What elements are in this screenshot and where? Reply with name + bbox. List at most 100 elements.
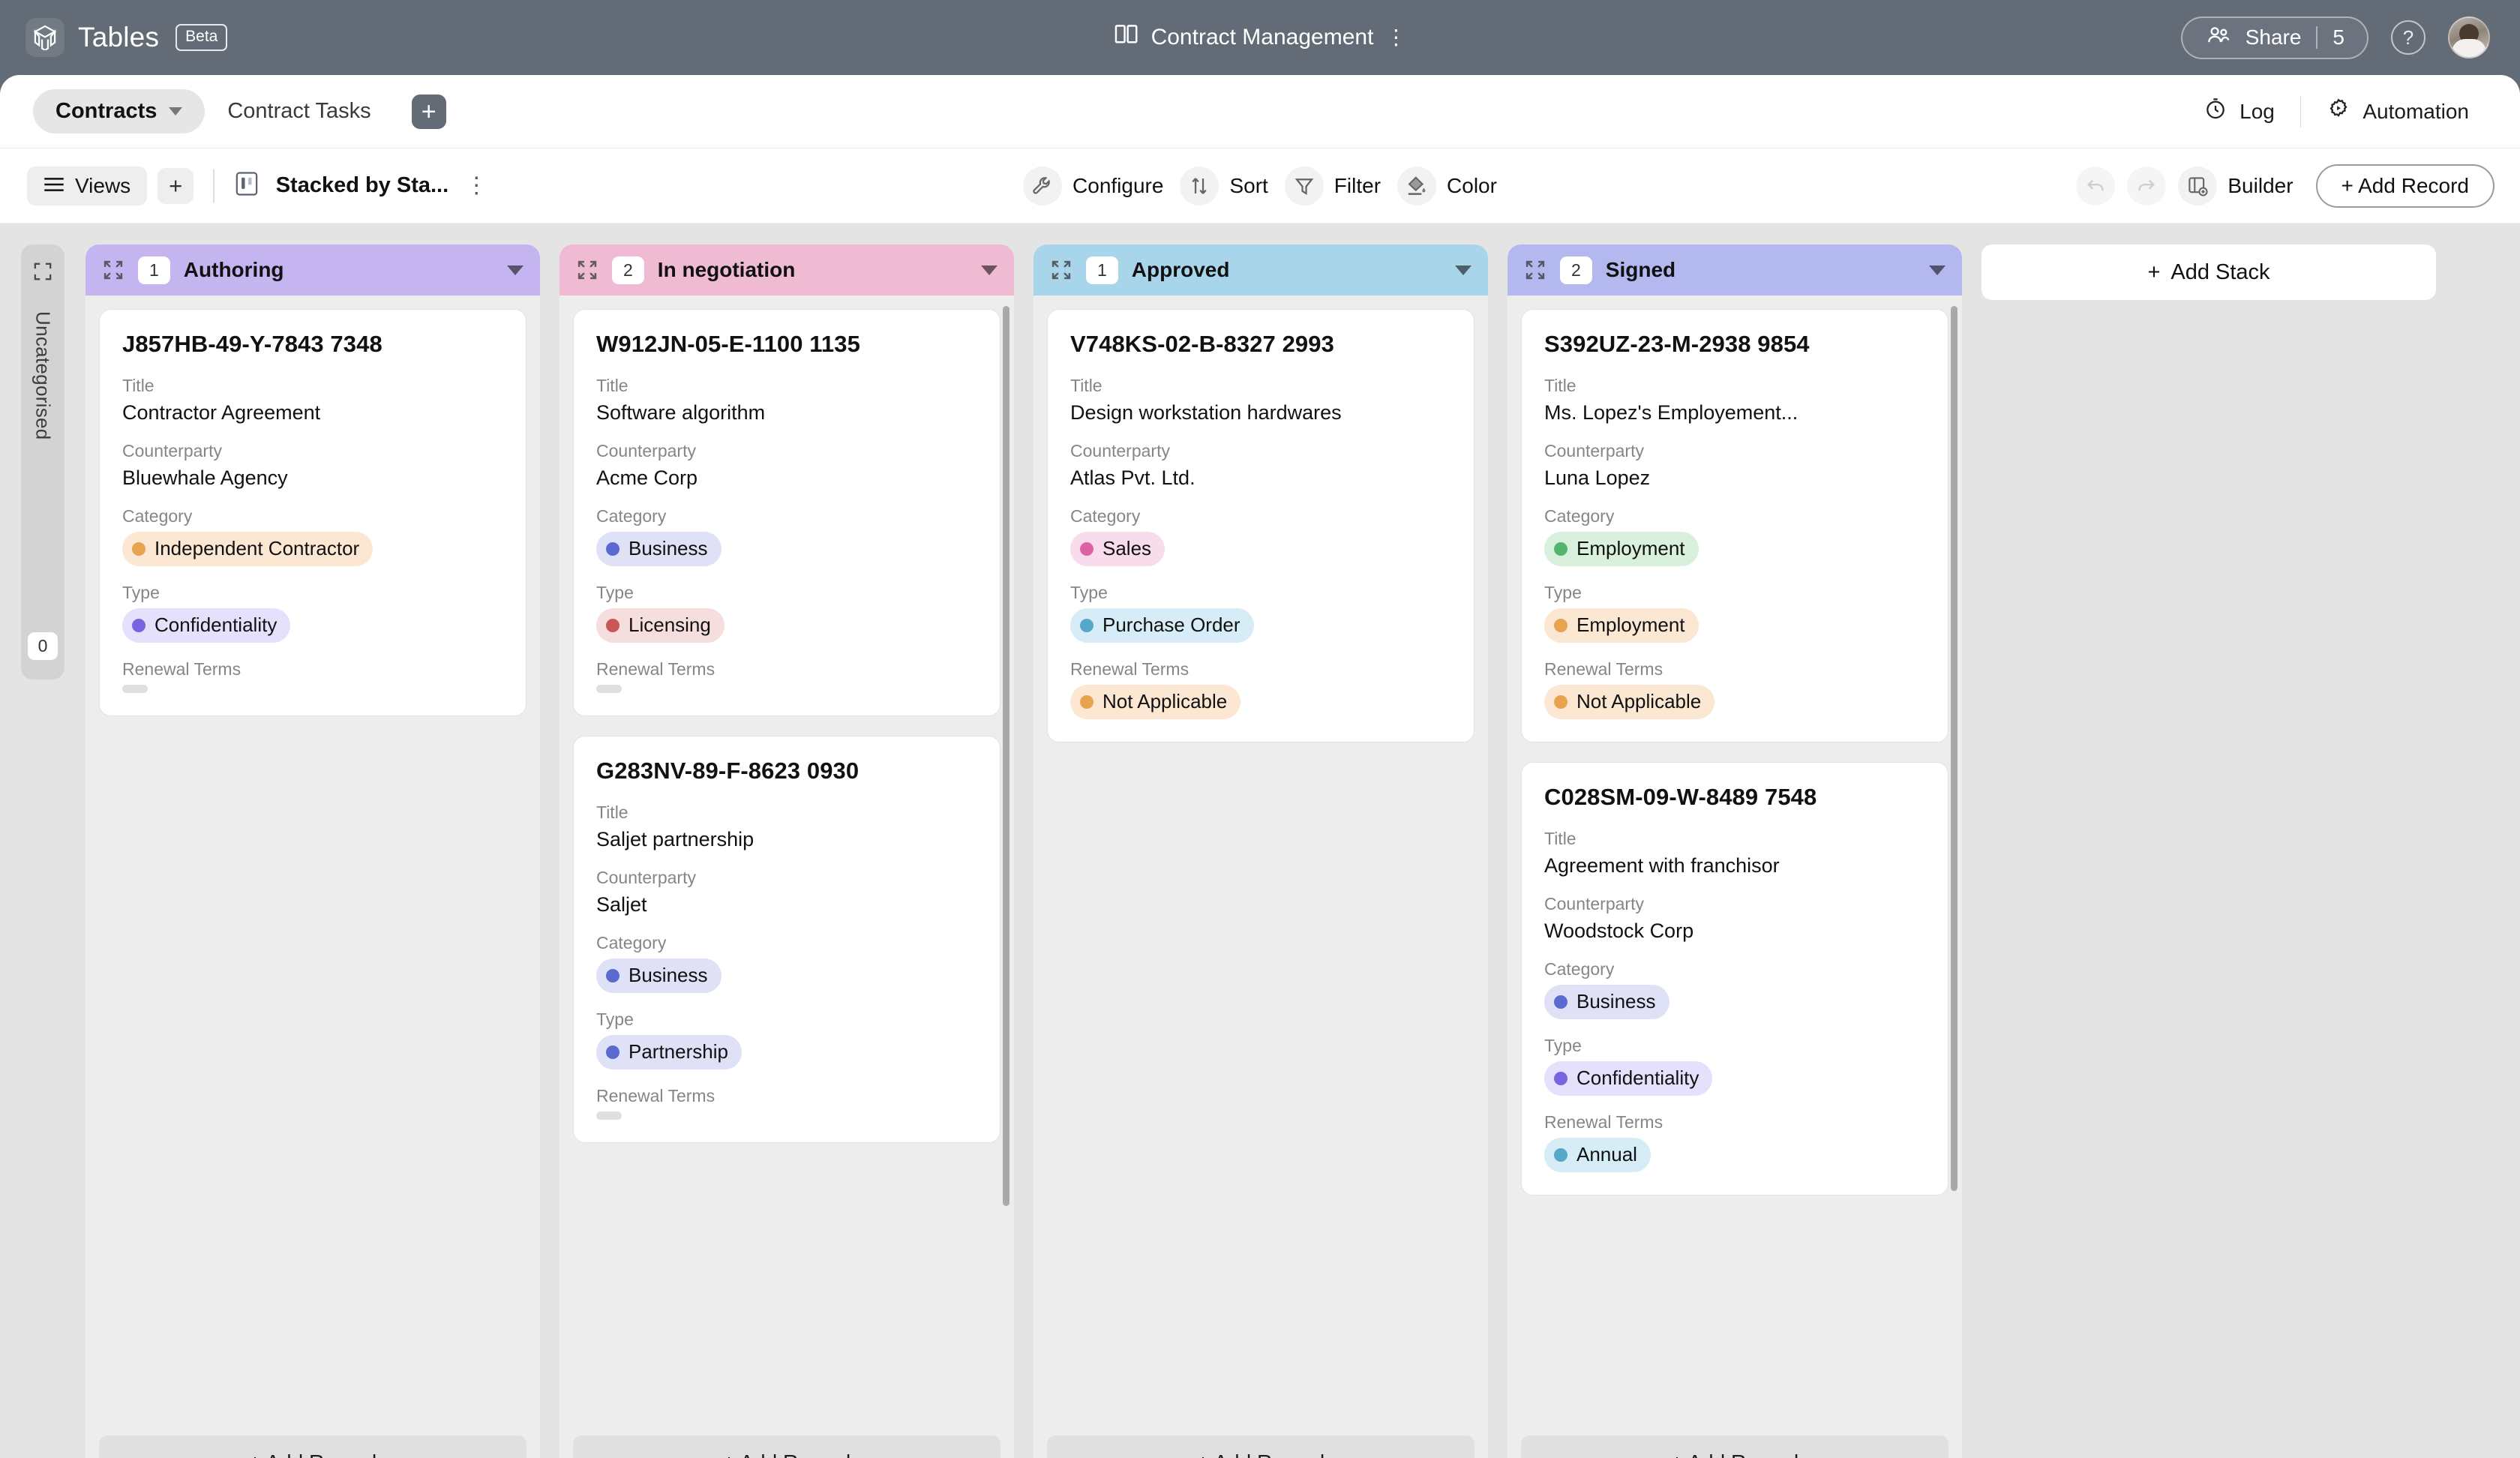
chevron-down-icon[interactable] xyxy=(507,265,524,275)
sort-button[interactable]: Sort xyxy=(1180,166,1268,206)
stack-cards: W912JN-05-E-1100 1135 Title Software alg… xyxy=(560,296,1014,1425)
add-record-button[interactable]: + Add Record xyxy=(2315,164,2494,208)
type-pill[interactable]: Purchase Order xyxy=(1070,608,1254,643)
chevron-down-icon[interactable] xyxy=(1929,265,1946,275)
renewal-pill[interactable]: Annual xyxy=(1544,1138,1651,1172)
stack-header[interactable]: 2 Signed xyxy=(1508,244,1962,296)
stack-cards: V748KS-02-B-8327 2993 Title Design works… xyxy=(1034,296,1488,1425)
expand-icon[interactable] xyxy=(32,261,53,286)
brand-name: Tables xyxy=(78,22,160,52)
renewal-empty[interactable] xyxy=(596,685,622,693)
avatar[interactable] xyxy=(2448,16,2490,58)
share-button[interactable]: Share 5 xyxy=(2180,16,2368,59)
status-dot xyxy=(1080,542,1094,556)
document-menu-icon[interactable]: ⋮ xyxy=(1385,26,1406,47)
configure-button[interactable]: Configure xyxy=(1023,166,1163,206)
field-value-title: Agreement with franchisor xyxy=(1544,854,1780,877)
category-pill[interactable]: Employment xyxy=(1544,532,1699,566)
redo-icon[interactable] xyxy=(2127,166,2167,206)
add-record-button[interactable]: + Add Record xyxy=(99,1436,526,1458)
tab-contract-tasks[interactable]: Contract Tasks xyxy=(205,89,393,134)
record-card[interactable]: J857HB-49-Y-7843 7348 Title Contractor A… xyxy=(99,309,526,716)
filter-button[interactable]: Filter xyxy=(1284,166,1382,206)
add-record-button[interactable]: + Add Record xyxy=(1521,1436,1948,1458)
type-pill[interactable]: Confidentiality xyxy=(122,608,291,643)
add-table-button[interactable]: + xyxy=(411,94,446,129)
stack-authoring: 1 Authoring J857HB-49-Y-7843 7348 Title … xyxy=(86,244,540,1458)
brand: Tables Beta xyxy=(26,18,228,57)
record-id: G283NV-89-F-8623 0930 xyxy=(596,758,860,784)
tab-contracts[interactable]: Contracts xyxy=(33,89,206,134)
share-count: 5 xyxy=(2332,26,2344,49)
category-pill[interactable]: Business xyxy=(596,532,722,566)
stack-title: Approved xyxy=(1131,258,1230,281)
category-pill[interactable]: Business xyxy=(1544,985,1670,1019)
status-dot xyxy=(1554,694,1568,709)
view-menu-icon[interactable]: ⋮ xyxy=(465,174,488,196)
type-value: Purchase Order xyxy=(1102,614,1240,636)
field-label-renewal: Renewal Terms xyxy=(596,659,716,679)
filter-label: Filter xyxy=(1334,173,1382,197)
stack-uncategorised[interactable]: Uncategorised 0 xyxy=(21,244,64,680)
book-open-icon xyxy=(1114,23,1139,52)
record-card[interactable]: G283NV-89-F-8623 0930 Title Saljet partn… xyxy=(573,736,1000,1143)
type-value: Confidentiality xyxy=(1576,1066,1700,1089)
automation-button[interactable]: Automation xyxy=(2301,89,2494,134)
collapse-icon[interactable] xyxy=(102,259,124,281)
record-card[interactable]: C028SM-09-W-8489 7548 Title Agreement wi… xyxy=(1521,762,1948,1196)
add-record-button[interactable]: + Add Record xyxy=(1047,1436,1474,1458)
category-pill[interactable]: Independent Contractor xyxy=(122,532,374,566)
filter-icon xyxy=(1284,166,1324,206)
field-label-title: Title xyxy=(1070,376,1102,395)
record-card[interactable]: W912JN-05-E-1100 1135 Title Software alg… xyxy=(573,309,1000,716)
stack-count: 1 xyxy=(1086,256,1118,284)
record-card[interactable]: S392UZ-23-M-2938 9854 Title Ms. Lopez's … xyxy=(1521,309,1948,742)
current-view[interactable]: Stacked by Sta... ⋮ xyxy=(234,170,488,201)
add-stack-button[interactable]: + Add Stack xyxy=(1982,244,2436,300)
renewal-pill[interactable]: Not Applicable xyxy=(1070,685,1241,719)
views-button[interactable]: Views xyxy=(27,166,148,206)
collapse-icon[interactable] xyxy=(1524,259,1546,281)
log-button[interactable]: Log xyxy=(2178,89,2300,134)
help-icon[interactable]: ? xyxy=(2391,20,2426,55)
renewal-empty[interactable] xyxy=(596,1112,622,1120)
type-pill[interactable]: Confidentiality xyxy=(1544,1061,1713,1096)
builder-icon xyxy=(2178,166,2218,206)
record-card[interactable]: V748KS-02-B-8327 2993 Title Design works… xyxy=(1047,309,1474,742)
list-icon xyxy=(44,174,64,198)
stack-header[interactable]: 1 Authoring xyxy=(86,244,540,296)
undo-icon[interactable] xyxy=(2076,166,2116,206)
field-label-category: Category xyxy=(1070,506,1141,526)
type-pill[interactable]: Partnership xyxy=(596,1035,742,1070)
chevron-down-icon[interactable] xyxy=(981,265,998,275)
field-label-counterparty: Counterparty xyxy=(1070,441,1170,460)
stack-scrollbar[interactable] xyxy=(1003,306,1010,1206)
collapse-icon[interactable] xyxy=(1050,259,1072,281)
stack-title: Uncategorised xyxy=(32,311,55,440)
add-record-button[interactable]: + Add Record xyxy=(573,1436,1000,1458)
main-sheet: Contracts Contract Tasks + Log Automatio… xyxy=(0,75,2520,1458)
collapse-icon[interactable] xyxy=(576,259,598,281)
record-id: C028SM-09-W-8489 7548 xyxy=(1544,784,1817,810)
add-view-button[interactable]: + xyxy=(158,167,194,204)
type-pill[interactable]: Licensing xyxy=(596,608,724,643)
category-pill[interactable]: Business xyxy=(596,958,722,993)
field-label-renewal: Renewal Terms xyxy=(1544,1112,1664,1132)
stack-header[interactable]: 1 Approved xyxy=(1034,244,1488,296)
field-label-title: Title xyxy=(596,376,628,395)
document-title[interactable]: Contract Management ⋮ xyxy=(1114,23,1406,52)
renewal-pill[interactable]: Not Applicable xyxy=(1544,685,1715,719)
category-pill[interactable]: Sales xyxy=(1070,532,1166,566)
record-id: S392UZ-23-M-2938 9854 xyxy=(1544,331,1810,357)
field-label-title: Title xyxy=(596,802,628,822)
stack-count: 0 xyxy=(27,632,58,660)
stack-scrollbar[interactable] xyxy=(1951,306,1958,1191)
field-label-category: Category xyxy=(1544,959,1615,979)
color-button[interactable]: Color xyxy=(1397,166,1497,206)
field-label-counterparty: Counterparty xyxy=(122,441,222,460)
renewal-empty[interactable] xyxy=(122,685,148,693)
chevron-down-icon[interactable] xyxy=(1455,265,1472,275)
stack-header[interactable]: 2 In negotiation xyxy=(560,244,1014,296)
builder-button[interactable]: Builder xyxy=(2178,166,2294,206)
type-pill[interactable]: Employment xyxy=(1544,608,1699,643)
